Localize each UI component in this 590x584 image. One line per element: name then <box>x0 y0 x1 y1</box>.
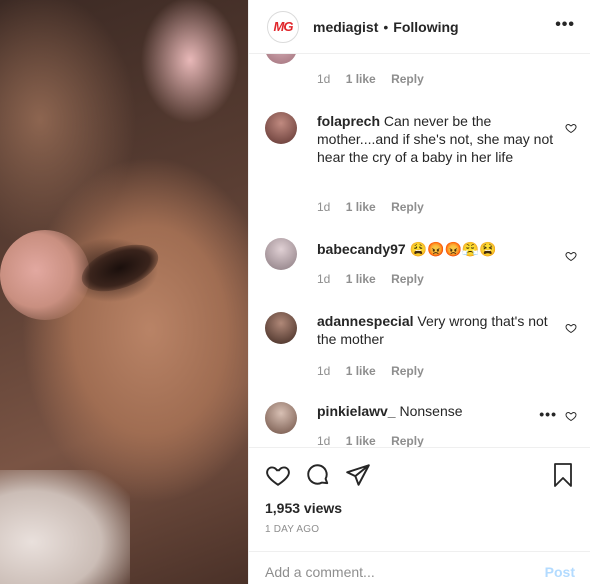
reply-button[interactable]: Reply <box>391 200 424 214</box>
following-button[interactable]: Following <box>393 19 458 35</box>
comment-icon[interactable] <box>305 462 331 488</box>
post-button[interactable]: Post <box>545 564 575 580</box>
reply-button[interactable]: Reply <box>391 72 424 86</box>
comment-time[interactable]: 1d <box>317 364 330 378</box>
comment-body: folaprech Can never be the mother....and… <box>317 112 557 166</box>
comment-likes[interactable]: 1 like <box>346 72 376 86</box>
reply-button[interactable]: Reply <box>391 434 424 447</box>
comment-text: 😩😡😡😤😫 <box>409 241 497 257</box>
more-options-icon[interactable]: ••• <box>555 16 575 34</box>
video-frame-detail <box>75 235 165 301</box>
action-bar <box>265 462 575 488</box>
post-panel: MG mediagist • Following ••• 1d 1 like R… <box>248 0 590 584</box>
logo-text: MG <box>273 19 294 34</box>
share-icon[interactable] <box>345 462 371 488</box>
comment-time[interactable]: 1d <box>317 72 330 86</box>
comments-list[interactable]: 1d 1 like Reply folaprech Can never be t… <box>249 54 590 447</box>
comment-likes[interactable]: 1 like <box>346 364 376 378</box>
profile-username[interactable]: mediagist <box>313 19 378 35</box>
comment-avatar[interactable] <box>265 238 297 270</box>
comment-body: adannespecial Very wrong that's not the … <box>317 312 557 348</box>
comment-meta: 1d 1 like Reply <box>317 364 436 378</box>
profile-avatar[interactable]: MG <box>267 10 299 43</box>
comment-more-icon[interactable]: ••• <box>539 406 557 422</box>
comment-meta: 1d 1 like Reply <box>317 72 436 86</box>
like-comment-icon[interactable] <box>565 122 577 134</box>
comment-username[interactable]: adannespecial <box>317 313 414 329</box>
comment-username[interactable]: pinkielawv_ <box>317 403 396 419</box>
comment-body: babecandy97 😩😡😡😤😫 <box>317 240 557 258</box>
like-comment-icon[interactable] <box>565 250 577 262</box>
comment-avatar[interactable] <box>265 402 297 434</box>
comment-likes[interactable]: 1 like <box>346 434 376 447</box>
separator-dot: • <box>383 18 389 35</box>
comment-time[interactable]: 1d <box>317 434 330 447</box>
comment-avatar[interactable] <box>265 112 297 144</box>
video-player[interactable] <box>0 0 248 584</box>
comment-meta: 1d 1 like Reply <box>317 272 436 286</box>
comment-avatar[interactable] <box>265 312 297 344</box>
save-bookmark-icon[interactable] <box>551 462 575 488</box>
comment-time[interactable]: 1d <box>317 200 330 214</box>
video-frame-detail <box>0 230 90 320</box>
post-header: MG mediagist • Following ••• <box>249 0 590 54</box>
comment-username[interactable]: folaprech <box>317 113 380 129</box>
post-actions: 1,953 views 1 DAY AGO Add a comment... P… <box>249 447 590 584</box>
comment-body: pinkielawv_ Nonsense <box>317 402 557 420</box>
comment-time[interactable]: 1d <box>317 272 330 286</box>
video-frame-detail <box>0 470 130 584</box>
add-comment-input[interactable]: Add a comment... <box>265 564 375 580</box>
comment-meta: 1d 1 like Reply <box>317 434 436 447</box>
comment-likes[interactable]: 1 like <box>346 200 376 214</box>
comment-likes[interactable]: 1 like <box>346 272 376 286</box>
like-comment-icon[interactable] <box>565 410 577 422</box>
reply-button[interactable]: Reply <box>391 272 424 286</box>
comment-username[interactable]: babecandy97 <box>317 241 406 257</box>
comment-avatar[interactable] <box>265 54 297 64</box>
reply-button[interactable]: Reply <box>391 364 424 378</box>
comment-composer: Add a comment... Post <box>249 551 590 584</box>
comment-meta: 1d 1 like Reply <box>317 200 436 214</box>
like-comment-icon[interactable] <box>565 322 577 334</box>
comment-text: Nonsense <box>399 403 463 419</box>
view-count[interactable]: 1,953 views <box>265 500 342 516</box>
post-timestamp[interactable]: 1 DAY AGO <box>265 524 319 535</box>
like-icon[interactable] <box>265 462 291 488</box>
